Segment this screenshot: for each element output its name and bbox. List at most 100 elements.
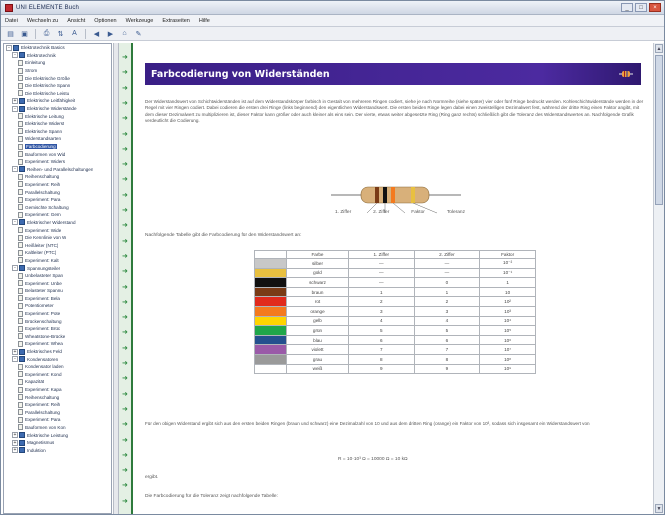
link-arrow-icon[interactable]: ➜ <box>122 115 130 122</box>
link-arrow-icon[interactable]: ➜ <box>122 284 130 291</box>
link-arrow-icon[interactable]: ➜ <box>122 207 130 214</box>
contents-tree[interactable]: - Elektrotechnik Basics - Elektrotechnik Ein… <box>3 43 112 514</box>
tree-item[interactable]: Belasteter Spannu <box>4 287 111 295</box>
link-arrow-icon[interactable]: ➜ <box>122 329 130 336</box>
link-arrow-icon[interactable]: ➜ <box>122 467 130 474</box>
tree-item[interactable]: Gemischte Schaltung <box>4 203 111 211</box>
print-icon[interactable]: ⎙ <box>41 29 52 39</box>
link-arrow-icon[interactable]: ➜ <box>122 161 130 168</box>
home-icon[interactable]: ⌂ <box>119 29 130 39</box>
tree-item[interactable]: Heißleiter (NTC) <box>4 241 111 249</box>
tree-item[interactable]: Brückenschaltung <box>4 317 111 325</box>
expand-icon[interactable]: + <box>12 348 18 355</box>
tree-item[interactable]: Experiment: Whea <box>4 340 111 348</box>
tree-item[interactable]: - Reihen- und Parallelschaltungen <box>4 166 111 174</box>
tree-item[interactable]: Reihenschaltung <box>4 393 111 401</box>
menu-item[interactable]: Ansicht <box>67 18 85 24</box>
options-icon[interactable]: ✎ <box>133 29 144 39</box>
tree-item[interactable]: - Elektrotechnik <box>4 52 111 60</box>
save-icon[interactable]: ▣ <box>19 29 30 39</box>
tree-item[interactable]: Farbcodierung <box>4 143 111 151</box>
link-arrow-icon[interactable]: ➜ <box>122 498 130 505</box>
tree-item[interactable]: Experiment: Para <box>4 416 111 424</box>
tree-item[interactable]: Experiment: Kapa <box>4 386 111 394</box>
link-arrow-icon[interactable]: ➜ <box>122 253 130 260</box>
link-arrow-icon[interactable]: ➜ <box>122 176 130 183</box>
tree-item[interactable]: Experiment: Kond <box>4 371 111 379</box>
menu-item[interactable]: Datei <box>5 18 18 24</box>
tree-item[interactable]: Parallelschaltung <box>4 409 111 417</box>
tree-item[interactable]: - Elektrische Widerstände <box>4 105 111 113</box>
tree-item[interactable]: Experiment: Brüc <box>4 325 111 333</box>
link-arrow-icon[interactable]: ➜ <box>122 69 130 76</box>
tree-item[interactable]: Unbelasteter Span <box>4 272 111 280</box>
collapse-icon[interactable]: - <box>12 219 18 226</box>
link-arrow-icon[interactable]: ➜ <box>122 54 130 61</box>
close-button[interactable]: × <box>649 3 661 12</box>
link-arrow-icon[interactable]: ➜ <box>122 437 130 444</box>
collapse-icon[interactable]: - <box>12 166 18 173</box>
maximize-button[interactable]: □ <box>635 3 647 12</box>
collapse-icon[interactable]: - <box>12 356 18 363</box>
tree-item[interactable]: - Elektrischer Widerstand <box>4 219 111 227</box>
collapse-icon[interactable]: - <box>12 265 18 272</box>
tree-item[interactable]: + Magnetismus <box>4 439 111 447</box>
scroll-thumb[interactable] <box>655 55 663 205</box>
expand-icon[interactable]: + <box>12 447 18 454</box>
link-arrow-icon[interactable]: ➜ <box>122 192 130 199</box>
link-arrow-icon[interactable]: ➜ <box>122 452 130 459</box>
tree-item[interactable]: - Elektrotechnik Basics <box>4 44 111 52</box>
collapse-icon[interactable]: - <box>12 52 18 59</box>
tree-item[interactable]: Experiment: Widers <box>4 158 111 166</box>
tree-item[interactable]: Kondensator laden <box>4 363 111 371</box>
link-arrow-icon[interactable]: ➜ <box>122 131 130 138</box>
tree-item[interactable]: Die Elektrische Größe <box>4 74 111 82</box>
hide-icon[interactable]: ▤ <box>5 29 16 39</box>
tree-item[interactable]: Experiment: Wide <box>4 226 111 234</box>
tree-item[interactable]: Widerstandsarten <box>4 135 111 143</box>
tree-item[interactable]: - Kondensatoren <box>4 355 111 363</box>
tree-item[interactable]: Strom <box>4 67 111 75</box>
tree-item[interactable]: Potentiometer <box>4 302 111 310</box>
collapse-icon[interactable]: - <box>12 105 18 112</box>
tree-item[interactable]: Die Kennlinie von W <box>4 234 111 242</box>
link-arrow-icon[interactable]: ➜ <box>122 391 130 398</box>
collapse-icon[interactable]: - <box>6 44 12 51</box>
link-arrow-icon[interactable]: ➜ <box>122 146 130 153</box>
minimize-button[interactable]: _ <box>621 3 633 12</box>
link-arrow-icon[interactable]: ➜ <box>122 85 130 92</box>
menu-item[interactable]: Extraseiten <box>162 18 190 24</box>
link-arrow-icon[interactable]: ➜ <box>122 238 130 245</box>
tree-item[interactable]: Experiment: Gem <box>4 211 111 219</box>
tree-item[interactable]: Elektrische Spann <box>4 128 111 136</box>
tree-item[interactable]: Bauformen von Wid <box>4 150 111 158</box>
tree-item[interactable]: Wheatstone-Brücke <box>4 333 111 341</box>
expand-icon[interactable]: + <box>12 432 18 439</box>
tree-item[interactable]: Experiment: Kalt <box>4 257 111 265</box>
scroll-up-icon[interactable]: ▲ <box>655 44 663 53</box>
font-icon[interactable]: A <box>69 29 80 39</box>
tree-item[interactable]: Die Elektrische Spann <box>4 82 111 90</box>
menu-item[interactable]: Optionen <box>94 18 116 24</box>
expand-icon[interactable]: + <box>12 97 18 104</box>
scroll-down-icon[interactable]: ▼ <box>655 504 663 513</box>
tree-item[interactable]: Experiment: Para <box>4 196 111 204</box>
link-arrow-icon[interactable]: ➜ <box>122 406 130 413</box>
tree-item[interactable]: Kapazität <box>4 378 111 386</box>
link-arrow-icon[interactable]: ➜ <box>122 345 130 352</box>
tree-item[interactable]: Experiment: Reih <box>4 181 111 189</box>
tree-item[interactable]: + Elektrische Leitfähigkeit <box>4 97 111 105</box>
link-arrow-icon[interactable]: ➜ <box>122 360 130 367</box>
tree-item[interactable]: Experiment: Bela <box>4 295 111 303</box>
tree-item[interactable]: Experiment: Unbe <box>4 279 111 287</box>
sync-icon[interactable]: ⇅ <box>55 29 66 39</box>
link-arrow-icon[interactable]: ➜ <box>122 482 130 489</box>
tree-item[interactable]: Kaltleiter (PTC) <box>4 249 111 257</box>
tree-item[interactable]: Elektrische Widerst <box>4 120 111 128</box>
link-arrow-icon[interactable]: ➜ <box>122 100 130 107</box>
link-arrow-icon[interactable]: ➜ <box>122 268 130 275</box>
menu-item[interactable]: Hilfe <box>199 18 210 24</box>
forward-icon[interactable]: ▶ <box>105 29 116 39</box>
tree-item[interactable]: Einleitung <box>4 59 111 67</box>
tree-item[interactable]: - Spannungsteiler <box>4 264 111 272</box>
